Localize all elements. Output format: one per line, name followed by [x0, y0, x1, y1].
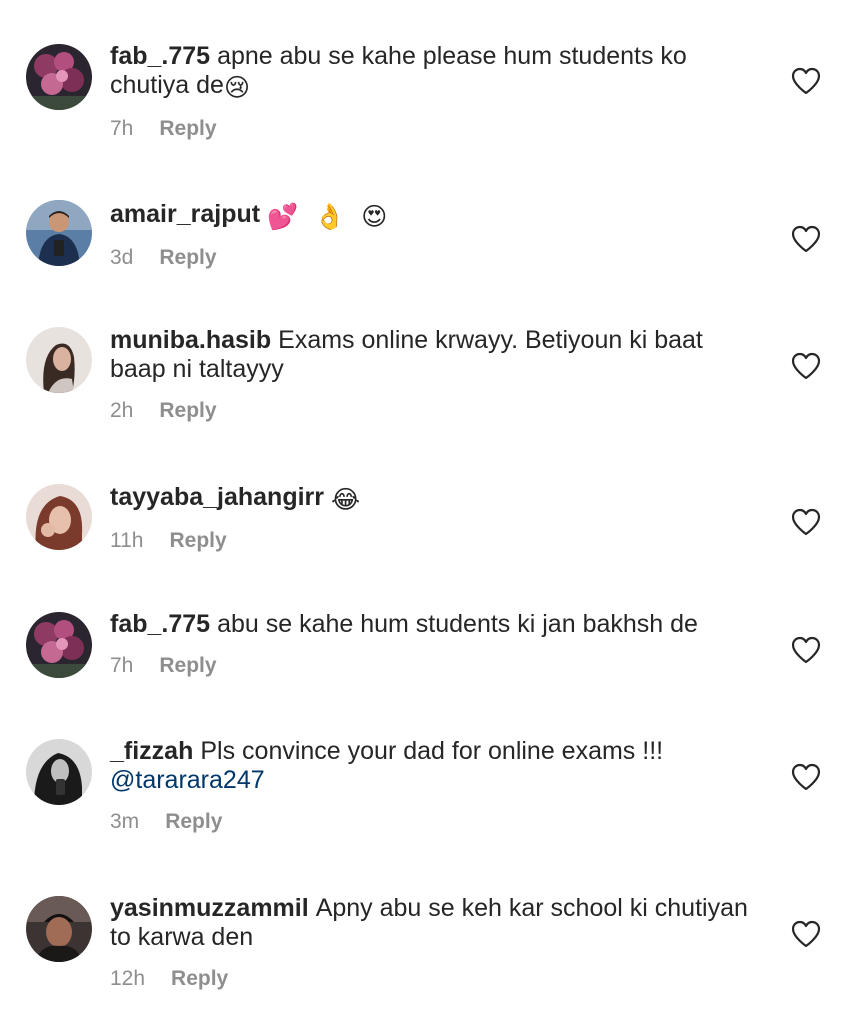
like-heart-icon[interactable]: [791, 67, 821, 95]
avatar[interactable]: [26, 327, 92, 393]
comment-meta: 2h Reply: [110, 399, 750, 423]
comment-username[interactable]: _fizzah: [110, 737, 193, 765]
like-heart-icon[interactable]: [791, 352, 821, 380]
comment-message: abu se kahe hum students ki jan bakhsh d…: [217, 610, 698, 638]
comment-meta: 3m Reply: [110, 810, 750, 834]
comment-time: 7h: [110, 117, 134, 140]
like-heart-icon[interactable]: [791, 225, 821, 253]
comment-username[interactable]: muniba.hasib: [110, 326, 271, 354]
comment-username[interactable]: tayyaba_jahangirr: [110, 483, 324, 511]
comment-meta: 7h Reply: [110, 654, 750, 678]
reply-button[interactable]: Reply: [159, 654, 216, 677]
comment-text: fab_.775 abu se kahe hum students ki jan …: [110, 610, 750, 639]
avatar[interactable]: [26, 484, 92, 550]
comment-text: _fizzah Pls convince your dad for online …: [110, 737, 750, 795]
comment-text: fab_.775 apne abu se kahe please hum stud…: [110, 42, 750, 102]
reply-button[interactable]: Reply: [159, 399, 216, 422]
avatar[interactable]: [26, 896, 92, 962]
comment-time: 12h: [110, 967, 146, 990]
comment-meta: 12h Reply: [110, 967, 750, 991]
tears-of-joy-emoji: 😂: [331, 485, 361, 514]
reply-button[interactable]: Reply: [169, 529, 226, 552]
comment-time: 3m: [110, 810, 140, 833]
reply-button[interactable]: Reply: [159, 246, 216, 269]
comment-message: Pls convince your dad for online exams !…: [200, 737, 664, 765]
mention-link[interactable]: @tararara247: [110, 766, 265, 794]
comment-meta: 11h Reply: [110, 529, 750, 553]
comment-text: tayyaba_jahangirr 😂: [110, 483, 750, 514]
reply-button[interactable]: Reply: [171, 967, 228, 990]
emoji-group: 💕 👌 😍: [267, 202, 392, 231]
avatar[interactable]: [26, 739, 92, 805]
comment-username[interactable]: yasinmuzzammil: [110, 894, 309, 922]
avatar[interactable]: [26, 612, 92, 678]
comment-time: 3d: [110, 246, 134, 269]
comment-username[interactable]: amair_rajput: [110, 200, 260, 228]
like-heart-icon[interactable]: [791, 508, 821, 536]
comment-text: amair_rajput 💕 👌 😍: [110, 200, 750, 231]
like-heart-icon[interactable]: [791, 636, 821, 664]
comment-time: 7h: [110, 654, 134, 677]
comment-text: yasinmuzzammil Apny abu se keh kar school…: [110, 894, 750, 952]
avatar[interactable]: [26, 44, 92, 110]
reply-button[interactable]: Reply: [159, 117, 216, 140]
avatar[interactable]: [26, 200, 92, 266]
like-heart-icon[interactable]: [791, 920, 821, 948]
like-heart-icon[interactable]: [791, 763, 821, 791]
crying-face-emoji: 😢: [223, 73, 251, 102]
comment-username[interactable]: fab_.775: [110, 610, 210, 638]
comment-meta: 3d Reply: [110, 246, 750, 270]
comment-time: 11h: [110, 529, 144, 552]
comment-time: 2h: [110, 399, 134, 422]
reply-button[interactable]: Reply: [165, 810, 222, 833]
comment-username[interactable]: fab_.775: [110, 42, 210, 70]
comment-text: muniba.hasib Exams online krwayy. Betiyou…: [110, 326, 750, 384]
comment-meta: 7h Reply: [110, 117, 750, 141]
